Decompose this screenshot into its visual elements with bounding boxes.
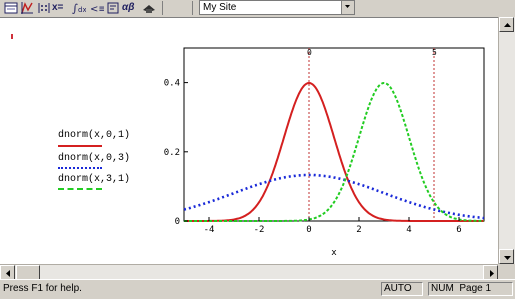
xy-plot-icon[interactable] bbox=[19, 0, 35, 16]
scroll-left-button[interactable] bbox=[0, 265, 15, 280]
series-line bbox=[184, 81, 484, 222]
x-tick-label: -2 bbox=[254, 225, 265, 235]
status-bar: Press F1 for help. AUTO NUM Page 1 bbox=[0, 279, 515, 299]
marker-label: 5 bbox=[432, 48, 437, 57]
status-num: NUM bbox=[431, 283, 454, 294]
status-mode: AUTO bbox=[381, 282, 423, 296]
svg-text:<≡: <≡ bbox=[90, 4, 104, 15]
scrollbar-corner bbox=[498, 264, 515, 279]
matrix-icon[interactable] bbox=[36, 0, 52, 16]
chevron-down-icon[interactable] bbox=[341, 1, 354, 14]
programming-icon[interactable] bbox=[105, 0, 121, 16]
series-line bbox=[184, 81, 485, 222]
status-help-text: Press F1 for help. bbox=[3, 283, 82, 294]
x-tick-label: 2 bbox=[356, 225, 361, 235]
status-page: Page 1 bbox=[459, 283, 492, 294]
greek-label: αβ bbox=[122, 2, 135, 13]
worksheet[interactable]: dnorm(x,0,1) dnorm(x,0,3) dnorm(x,3,1) 0… bbox=[0, 17, 498, 264]
series-line bbox=[183, 173, 485, 220]
math-toolbar: x= ∫ dx <≡ αβ My Site bbox=[0, 0, 515, 17]
x-tick-label: 0 bbox=[306, 225, 311, 235]
calculus-icon[interactable]: ∫ dx bbox=[70, 0, 87, 16]
evaluation-icon[interactable]: x= bbox=[52, 0, 68, 16]
x-tick-label: 6 bbox=[456, 225, 461, 235]
toolbar-separator bbox=[162, 1, 163, 15]
symbolic-icon[interactable] bbox=[141, 0, 157, 16]
x-tick-label: -4 bbox=[204, 225, 215, 235]
greek-icon[interactable]: αβ bbox=[122, 0, 138, 16]
x-tick-label: 4 bbox=[406, 225, 411, 235]
toolbar-separator bbox=[192, 1, 193, 15]
boolean-icon[interactable]: <≡ bbox=[88, 0, 107, 16]
status-num-page: NUM Page 1 bbox=[428, 282, 513, 296]
svg-text:dx: dx bbox=[78, 6, 86, 14]
horizontal-scroll-thumb[interactable] bbox=[16, 265, 40, 280]
x-axis-label: x bbox=[331, 248, 337, 258]
y-tick-label: 0.4 bbox=[164, 79, 180, 89]
site-combo[interactable]: My Site bbox=[199, 0, 355, 15]
scroll-up-button[interactable] bbox=[499, 17, 514, 32]
graph-toolbar-icon[interactable] bbox=[3, 0, 19, 16]
evaluation-label: x= bbox=[52, 2, 64, 13]
y-tick-label: 0.2 bbox=[164, 148, 180, 158]
horizontal-scrollbar[interactable] bbox=[0, 264, 498, 280]
scroll-right-button[interactable] bbox=[483, 265, 498, 280]
vertical-scrollbar[interactable] bbox=[498, 17, 515, 264]
site-combo-value: My Site bbox=[203, 2, 237, 13]
marker-label: 0 bbox=[307, 48, 312, 57]
scroll-down-button[interactable] bbox=[499, 249, 514, 264]
xy-plot[interactable]: 0 5 0 0.2 0.4 -4 -2 0 2 4 6 x bbox=[0, 18, 498, 264]
y-tick-label: 0 bbox=[175, 217, 180, 227]
